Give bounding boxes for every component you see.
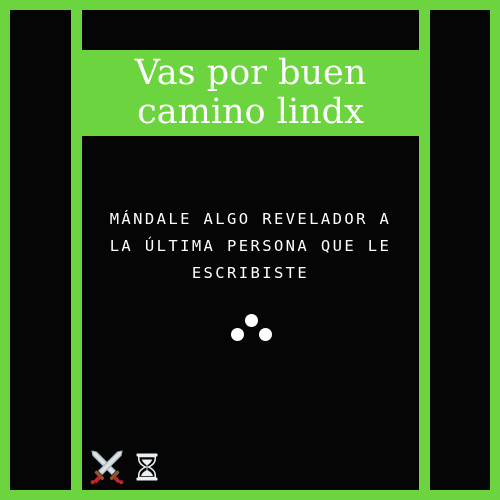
game-card-frame: Vas por buen camino lindx MÁNDALE ALGO R… bbox=[0, 0, 500, 500]
challenge-prompt: MÁNDALE ALGO REVELADOR A LA ÚLTIMA PERSO… bbox=[109, 210, 392, 282]
hourglass-icon bbox=[136, 453, 158, 481]
dot-left bbox=[231, 328, 244, 341]
right-side-panel bbox=[430, 10, 490, 490]
left-side-panel bbox=[10, 10, 71, 490]
dot-top bbox=[245, 314, 258, 327]
crossed-swords-icon bbox=[90, 450, 124, 485]
banner-title: Vas por buen camino lindx bbox=[134, 53, 367, 132]
title-banner: Vas por buen camino lindx bbox=[82, 50, 419, 136]
dot-right bbox=[259, 328, 272, 341]
three-dots-icon bbox=[230, 314, 274, 344]
bottom-icon-row bbox=[88, 447, 162, 487]
